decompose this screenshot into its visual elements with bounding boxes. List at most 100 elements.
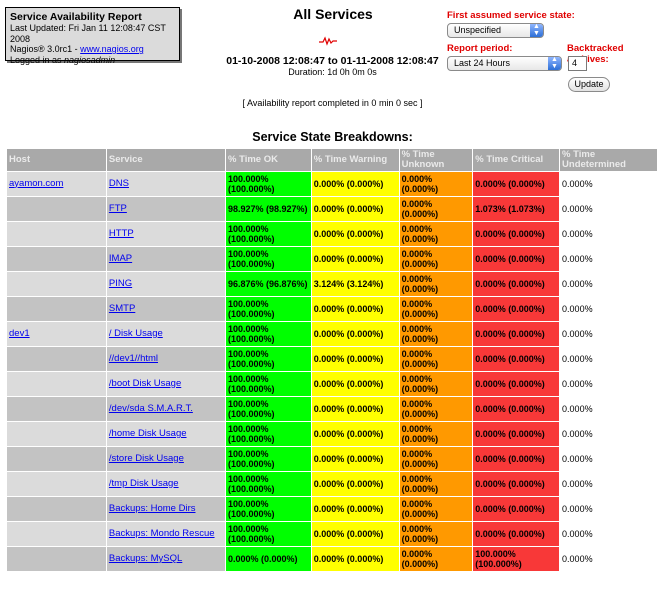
service-link[interactable]: //dev1//html: [109, 353, 158, 364]
host-cell: ayamon.com: [7, 172, 106, 196]
percent-ok-cell: 100.000% (100.000%): [226, 372, 311, 396]
percent-critical-cell: 0.000% (0.000%): [473, 322, 560, 346]
service-link[interactable]: /store Disk Usage: [109, 453, 184, 464]
percent-ok-cell: 100.000% (100.000%): [226, 172, 311, 196]
service-link[interactable]: /tmp Disk Usage: [109, 478, 179, 489]
percent-undetermined-cell: 0.000%: [560, 397, 657, 421]
service-link[interactable]: HTTP: [109, 228, 134, 239]
nagios-website-link[interactable]: www.nagios.org: [80, 44, 144, 54]
percent-critical-cell: 0.000% (0.000%): [473, 397, 560, 421]
percent-ok-cell: 100.000% (100.000%): [226, 322, 311, 346]
table-row: IMAP 100.000% (100.000%) 0.000% (0.000%) 0.…: [7, 247, 657, 271]
percent-critical-cell: 0.000% (0.000%): [473, 422, 560, 446]
percent-warning-cell: 0.000% (0.000%): [311, 247, 399, 271]
percent-warning-cell: 0.000% (0.000%): [311, 522, 399, 546]
service-state-table: Host Service % Time OK % Time Warning % …: [6, 148, 658, 572]
table-row: SMTP 100.000% (100.000%) 0.000% (0.000%) 0.…: [7, 297, 657, 321]
percent-critical-cell: 0.000% (0.000%): [473, 247, 560, 271]
service-cell: DNS: [106, 172, 225, 196]
percent-ok-cell: 96.876% (96.876%): [226, 272, 311, 296]
service-link[interactable]: /dev/sda S.M.A.R.T.: [109, 403, 193, 414]
service-link[interactable]: DNS: [109, 178, 129, 189]
service-cell: SMTP: [106, 297, 225, 321]
percent-critical-cell: 1.073% (1.073%): [473, 197, 560, 221]
col-header-ok: % Time OK: [226, 149, 311, 171]
service-link[interactable]: FTP: [109, 203, 127, 214]
host-cell: [7, 372, 106, 396]
service-link[interactable]: Backups: Home Dirs: [109, 503, 196, 514]
host-cell: dev1: [7, 322, 106, 346]
col-header-host: Host: [7, 149, 106, 171]
percent-warning-cell: 0.000% (0.000%): [311, 547, 399, 571]
table-header-row: Host Service % Time OK % Time Warning % …: [7, 149, 657, 171]
table-row: Backups: MySQL 0.000% (0.000%) 0.000% (0.0…: [7, 547, 657, 571]
percent-ok-cell: 0.000% (0.000%): [226, 547, 311, 571]
percent-unknown-cell: 0.000% (0.000%): [399, 372, 473, 396]
service-link[interactable]: / Disk Usage: [109, 328, 163, 339]
percent-critical-cell: 0.000% (0.000%): [473, 347, 560, 371]
backtracked-input[interactable]: 4: [568, 56, 587, 71]
version-line: Nagios® 3.0rc1 - www.nagios.org: [10, 44, 175, 55]
percent-undetermined-cell: 0.000%: [560, 497, 657, 521]
percent-undetermined-cell: 0.000%: [560, 447, 657, 471]
report-type-title: Service Availability Report: [10, 11, 142, 23]
percent-ok-cell: 100.000% (100.000%): [226, 422, 311, 446]
percent-unknown-cell: 0.000% (0.000%): [399, 522, 473, 546]
percent-warning-cell: 3.124% (3.124%): [311, 272, 399, 296]
service-link[interactable]: SMTP: [109, 303, 135, 314]
service-link[interactable]: PING: [109, 278, 132, 289]
table-row: /boot Disk Usage 100.000% (100.000%) 0.000…: [7, 372, 657, 396]
percent-undetermined-cell: 0.000%: [560, 547, 657, 571]
table-row: PING 96.876% (96.876%) 3.124% (3.124%) 0.00…: [7, 272, 657, 296]
percent-critical-cell: 0.000% (0.000%): [473, 222, 560, 246]
service-cell: /tmp Disk Usage: [106, 472, 225, 496]
report-period-value: Last 24 Hours: [454, 58, 511, 68]
host-link[interactable]: dev1: [9, 328, 30, 339]
percent-undetermined-cell: 0.000%: [560, 522, 657, 546]
first-state-label: First assumed service state:: [447, 10, 575, 21]
service-cell: FTP: [106, 197, 225, 221]
select-arrows-icon: ▲ ▼: [548, 56, 561, 70]
percent-warning-cell: 0.000% (0.000%): [311, 222, 399, 246]
service-link[interactable]: /boot Disk Usage: [109, 378, 181, 389]
host-cell: [7, 347, 106, 371]
percent-unknown-cell: 0.000% (0.000%): [399, 422, 473, 446]
info-box: Service Availability Report Last Updated…: [5, 7, 180, 65]
percent-unknown-cell: 0.000% (0.000%): [399, 172, 473, 196]
service-link[interactable]: Backups: MySQL: [109, 553, 182, 564]
percent-unknown-cell: 0.000% (0.000%): [399, 497, 473, 521]
first-state-select[interactable]: Unspecified ▲ ▼: [447, 23, 544, 38]
percent-critical-cell: 0.000% (0.000%): [473, 372, 560, 396]
table-row: Backups: Mondo Rescue 100.000% (100.000%)…: [7, 522, 657, 546]
service-cell: Backups: Home Dirs: [106, 497, 225, 521]
service-link[interactable]: IMAP: [109, 253, 132, 264]
percent-undetermined-cell: 0.000%: [560, 347, 657, 371]
percent-warning-cell: 0.000% (0.000%): [311, 322, 399, 346]
service-link[interactable]: Backups: Mondo Rescue: [109, 528, 215, 539]
service-cell: IMAP: [106, 247, 225, 271]
percent-unknown-cell: 0.000% (0.000%): [399, 472, 473, 496]
service-cell: Backups: Mondo Rescue: [106, 522, 225, 546]
table-row: /store Disk Usage 100.000% (100.000%) 0.00…: [7, 447, 657, 471]
percent-unknown-cell: 0.000% (0.000%): [399, 272, 473, 296]
service-cell: Backups: MySQL: [106, 547, 225, 571]
host-cell: [7, 472, 106, 496]
logged-in-line: Logged in as nagiosadmin: [10, 55, 175, 66]
percent-unknown-cell: 0.000% (0.000%): [399, 197, 473, 221]
percent-ok-cell: 100.000% (100.000%): [226, 497, 311, 521]
host-link[interactable]: ayamon.com: [9, 178, 63, 189]
percent-undetermined-cell: 0.000%: [560, 322, 657, 346]
percent-critical-cell: 100.000% (100.000%): [473, 547, 560, 571]
page-title: All Services: [293, 6, 373, 22]
percent-ok-cell: 100.000% (100.000%): [226, 347, 311, 371]
report-period-label: Report period:: [447, 43, 513, 54]
service-link[interactable]: /home Disk Usage: [109, 428, 187, 439]
report-period-select[interactable]: Last 24 Hours ▲ ▼: [447, 56, 562, 71]
percent-undetermined-cell: 0.000%: [560, 372, 657, 396]
logged-in-user: nagiosadmin: [64, 54, 116, 65]
col-header-unknown: % Time Unknown: [399, 149, 473, 171]
percent-undetermined-cell: 0.000%: [560, 172, 657, 196]
update-button[interactable]: Update: [568, 77, 610, 92]
col-header-warning: % Time Warning: [311, 149, 399, 171]
percent-unknown-cell: 0.000% (0.000%): [399, 247, 473, 271]
